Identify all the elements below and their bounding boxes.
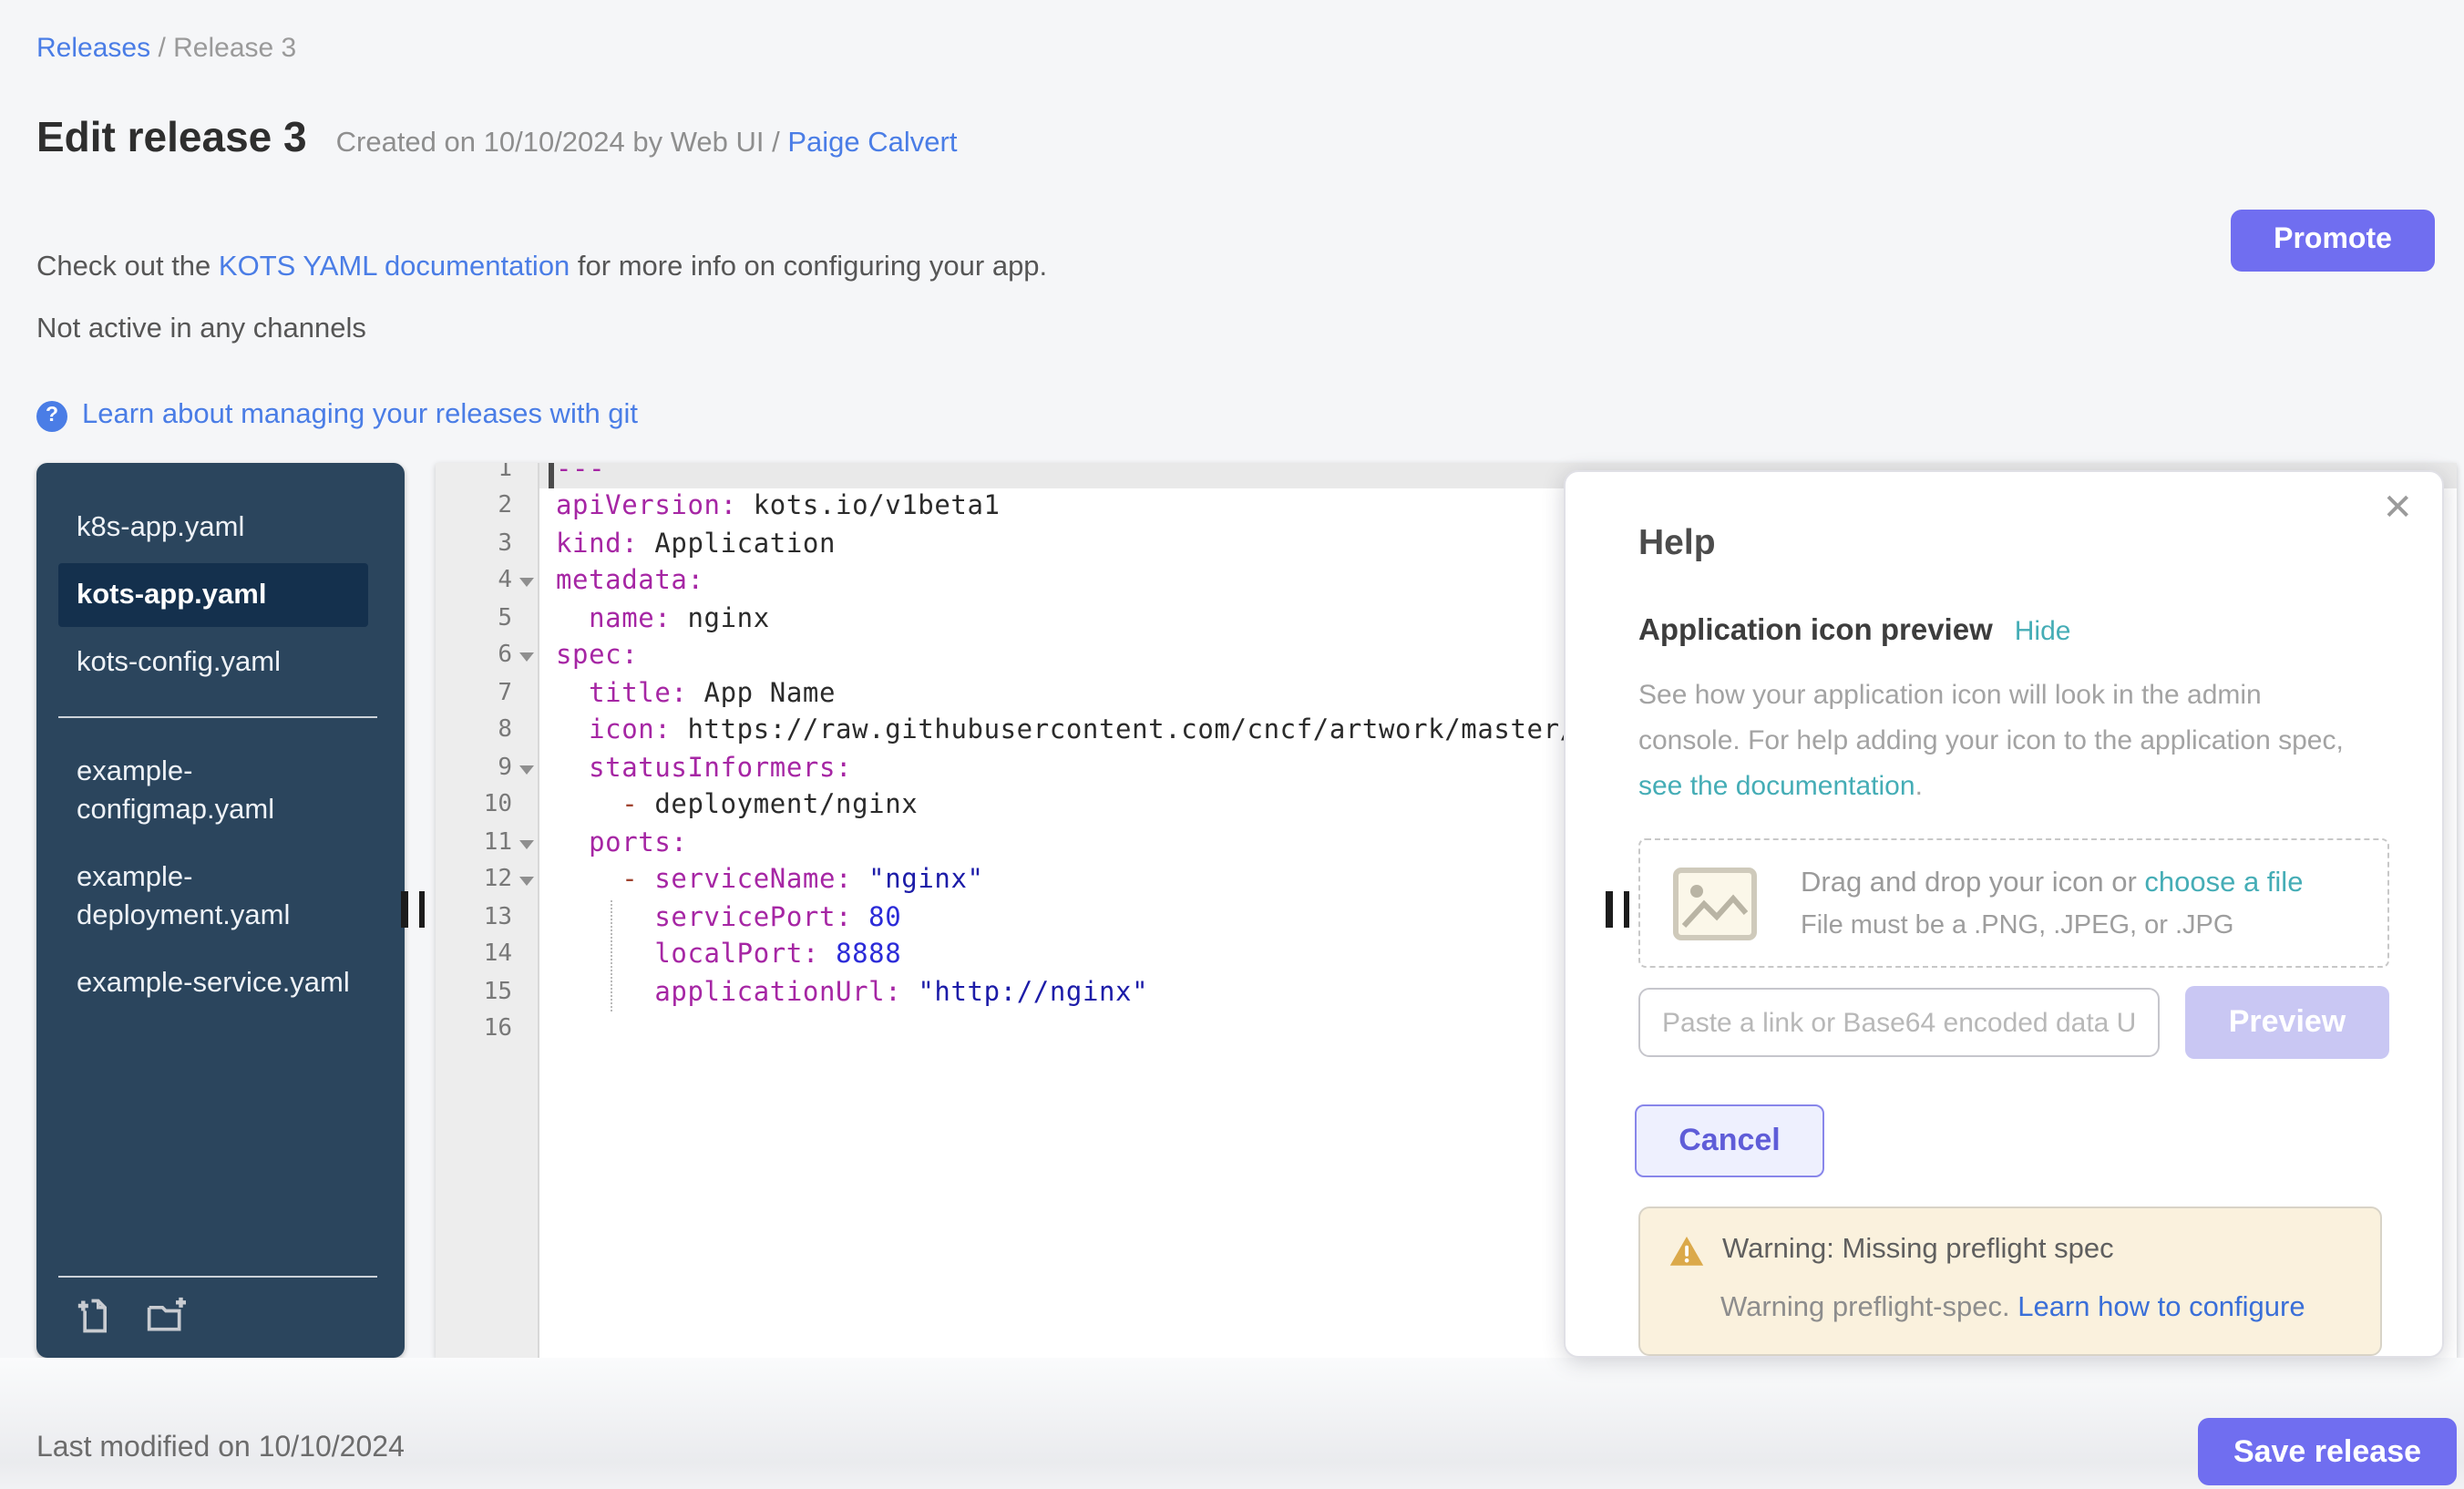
file-list-divider xyxy=(58,716,377,718)
sidebar-file-example-service.yaml[interactable]: example-service.yaml xyxy=(58,951,368,1015)
fold-arrow-icon[interactable] xyxy=(519,765,534,774)
warning-row-2: Warning preflight-spec. Learn how to con… xyxy=(1720,1292,2351,1325)
author-link[interactable]: Paige Calvert xyxy=(787,128,957,159)
resize-bar xyxy=(418,891,425,928)
page-title: Edit release 3 xyxy=(36,113,307,162)
image-placeholder-icon xyxy=(1673,867,1757,940)
breadcrumb-current: Release 3 xyxy=(173,33,296,64)
gutter-line-11[interactable]: 11 xyxy=(436,825,538,862)
sidebar-file-k8s-app.yaml[interactable]: k8s-app.yaml xyxy=(58,496,368,560)
hide-link[interactable]: Hide xyxy=(2015,616,2071,647)
release-meta: Created on 10/10/2024 by Web UI / Paige … xyxy=(336,128,958,160)
gutter-line-13[interactable]: 13 xyxy=(436,899,538,937)
help-title: Help xyxy=(1638,523,1716,565)
warning-box: Warning: Missing preflight spec Warning … xyxy=(1638,1207,2382,1356)
warning-title: Warning: Missing preflight spec xyxy=(1722,1234,2114,1267)
gutter-line-16[interactable]: 16 xyxy=(436,1011,538,1049)
sidebar-file-kots-config.yaml[interactable]: kots-config.yaml xyxy=(58,631,368,694)
last-modified-text: Last modified on 10/10/2024 xyxy=(36,1433,405,1465)
icon-preview-section-header: Application icon preview Hide xyxy=(1638,614,2070,649)
indent-guide xyxy=(611,900,612,1011)
sidebar-resize-handle[interactable] xyxy=(401,891,425,928)
kots-doc-link[interactable]: KOTS YAML documentation xyxy=(219,252,570,282)
fold-arrow-icon[interactable] xyxy=(519,877,534,886)
resize-bar xyxy=(1606,891,1612,928)
file-sidebar: k8s-app.yamlkots-app.yamlkots-config.yam… xyxy=(36,463,405,1358)
help-panel: ✕ Help Application icon preview Hide See… xyxy=(1564,470,2444,1358)
warning-configure-link[interactable]: Learn how to configure xyxy=(2017,1292,2305,1323)
git-help-row: ? Learn about managing your releases wit… xyxy=(36,399,638,432)
add-folder-icon[interactable] xyxy=(146,1296,186,1336)
choose-file-link[interactable]: choose a file xyxy=(2144,867,2303,898)
gutter-line-8[interactable]: 8 xyxy=(436,713,538,750)
breadcrumb-releases-link[interactable]: Releases xyxy=(36,33,150,64)
gutter-line-9[interactable]: 9 xyxy=(436,750,538,787)
desc-line-2: console. For help adding your icon to th… xyxy=(1638,725,2344,756)
gutter-line-2[interactable]: 2 xyxy=(436,488,538,526)
gutter-line-6[interactable]: 6 xyxy=(436,638,538,675)
resize-bar xyxy=(401,891,407,928)
add-file-icon[interactable] xyxy=(77,1296,117,1336)
gutter: 12345678910111213141516 xyxy=(436,463,539,1358)
gutter-line-12[interactable]: 12 xyxy=(436,862,538,899)
sidebar-actions xyxy=(58,1276,377,1340)
warning-row-1: Warning: Missing preflight spec xyxy=(1669,1234,2351,1267)
gutter-line-1[interactable]: 1 xyxy=(436,463,538,488)
dropzone-line2: File must be a .PNG, .JPEG, or .JPG xyxy=(1801,910,2303,940)
gutter-line-4[interactable]: 4 xyxy=(436,563,538,601)
footer-band xyxy=(0,1358,2464,1489)
breadcrumb-separator: / xyxy=(158,33,173,64)
kots-doc-prefix: Check out the xyxy=(36,252,219,282)
cancel-button[interactable]: Cancel xyxy=(1635,1104,1824,1177)
icon-preview-title: Application icon preview xyxy=(1638,614,1993,649)
see-documentation-link[interactable]: see the documentation xyxy=(1638,771,1915,802)
page: Releases / Release 3 Edit release 3 Crea… xyxy=(0,0,2464,1489)
question-icon: ? xyxy=(36,400,67,431)
icon-url-input[interactable] xyxy=(1638,988,2160,1057)
kots-doc-suffix: for more info on configuring your app. xyxy=(570,252,1047,282)
help-resize-handle[interactable] xyxy=(1606,891,1629,928)
sidebar-file-kots-app.yaml[interactable]: kots-app.yaml xyxy=(58,563,368,627)
text-cursor xyxy=(549,463,554,488)
title-row: Edit release 3 Created on 10/10/2024 by … xyxy=(36,113,957,162)
gutter-line-14[interactable]: 14 xyxy=(436,937,538,974)
gutter-line-3[interactable]: 3 xyxy=(436,526,538,563)
kots-doc-line: Check out the KOTS YAML documentation fo… xyxy=(36,252,1047,284)
dropzone-line1: Drag and drop your icon or xyxy=(1801,867,2144,898)
fold-arrow-icon[interactable] xyxy=(519,652,534,662)
promote-button[interactable]: Promote xyxy=(2231,210,2435,272)
gutter-line-7[interactable]: 7 xyxy=(436,675,538,713)
file-list: k8s-app.yamlkots-app.yamlkots-config.yam… xyxy=(36,463,405,1015)
desc-line-1: See how your application icon will look … xyxy=(1638,680,2262,711)
save-release-button[interactable]: Save release xyxy=(2198,1418,2457,1485)
icon-dropzone[interactable]: Drag and drop your icon or choose a file… xyxy=(1638,838,2389,968)
close-icon[interactable]: ✕ xyxy=(2382,490,2413,527)
fold-arrow-icon[interactable] xyxy=(519,839,534,848)
warning-icon xyxy=(1669,1235,1704,1266)
breadcrumb: Releases / Release 3 xyxy=(36,33,296,64)
dropzone-text: Drag and drop your icon or choose a file… xyxy=(1801,867,2303,940)
fold-arrow-icon[interactable] xyxy=(519,578,534,587)
gutter-line-5[interactable]: 5 xyxy=(436,601,538,638)
release-meta-text: Created on 10/10/2024 by Web UI / xyxy=(336,128,788,159)
gutter-line-10[interactable]: 10 xyxy=(436,787,538,825)
preview-button[interactable]: Preview xyxy=(2185,986,2389,1059)
resize-bar xyxy=(1623,891,1629,928)
icon-preview-description: See how your application icon will look … xyxy=(1638,673,2367,809)
warning-text: Warning preflight-spec. xyxy=(1720,1292,2017,1323)
sidebar-file-example-configmap.yaml[interactable]: example-configmap.yaml xyxy=(58,740,368,842)
gutter-line-15[interactable]: 15 xyxy=(436,974,538,1011)
channel-status: Not active in any channels xyxy=(36,313,366,346)
desc-period: . xyxy=(1915,771,1923,802)
sidebar-file-example-deployment.yaml[interactable]: example-deployment.yaml xyxy=(58,846,368,948)
git-help-link[interactable]: Learn about managing your releases with … xyxy=(82,399,638,432)
